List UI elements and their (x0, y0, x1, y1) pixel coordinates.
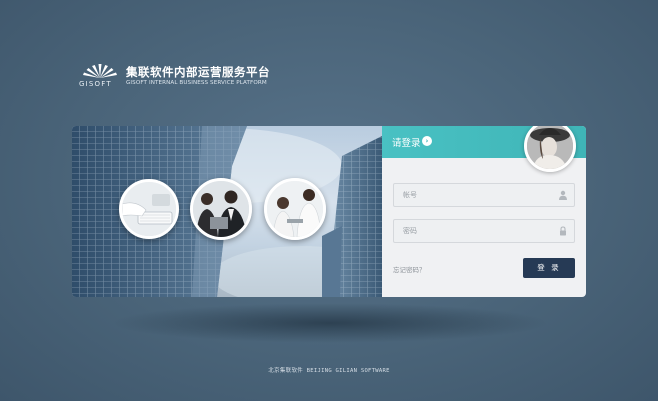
password-field (393, 219, 575, 243)
account-input[interactable] (394, 184, 554, 206)
user-icon (559, 190, 567, 200)
avatar (524, 126, 576, 172)
login-card: 请登录 › 忘 (72, 126, 586, 297)
platform-title: 集联软件内部运营服务平台 (126, 65, 270, 79)
footer-copyright: 北京集联软件 BEIJING GILIAN SOFTWARE (268, 368, 390, 374)
banner-photo (72, 126, 382, 297)
account-field (393, 183, 575, 207)
business-team-photo (190, 178, 252, 240)
login-title: 请登录 (392, 138, 421, 149)
office-desk-photo (119, 179, 179, 239)
login-button[interactable]: 登 录 (523, 258, 575, 278)
password-input[interactable] (394, 220, 554, 242)
lock-icon (560, 226, 566, 236)
platform-subtitle: GISOFT INTERNAL BUSINESS SERVICE PLATFOR… (126, 80, 267, 86)
chevron-right-icon: › (422, 136, 432, 146)
team-meeting-photo (264, 178, 326, 240)
login-panel: 请登录 › 忘 (382, 126, 586, 297)
forgot-password-link[interactable]: 忘记密码？ (393, 264, 426, 274)
card-shadow (110, 303, 550, 343)
logo-wordmark: GISOFT (79, 80, 112, 88)
